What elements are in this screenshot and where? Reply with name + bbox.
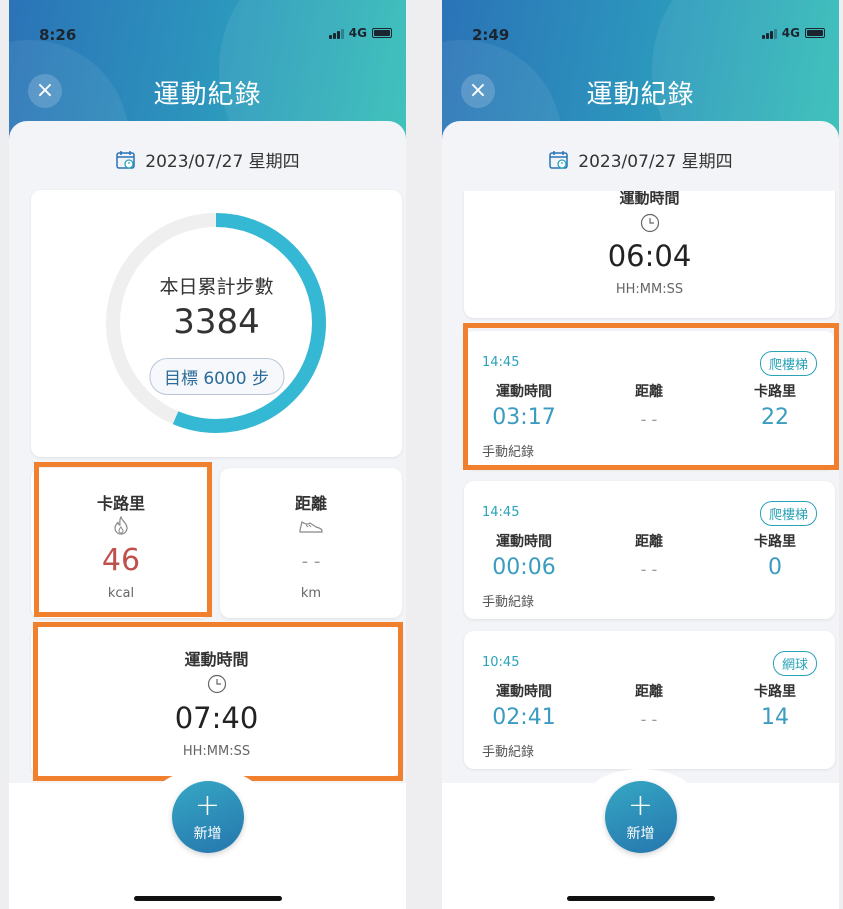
record-card[interactable]: 10:45 網球 運動時間 02:41 距離 - - 卡路里 14 手動紀錄	[464, 631, 835, 769]
exercise-time-title: 運動時間	[184, 650, 249, 669]
record-note: 手動紀錄	[482, 745, 535, 760]
add-record-button[interactable]: + 新增	[171, 781, 244, 853]
date-label: 2023/07/27 星期四	[578, 152, 733, 172]
add-label: 新增	[626, 826, 655, 842]
activity-badge: 爬樓梯	[759, 351, 817, 376]
calories-value: 0	[768, 555, 782, 580]
status-indicators: 4G	[328, 26, 392, 40]
duration-label: 運動時間	[496, 534, 552, 550]
distance-value: - -	[640, 560, 658, 579]
distance-value: - -	[301, 551, 321, 572]
date-label: 2023/07/27 星期四	[145, 152, 300, 172]
duration-value: 02:41	[492, 705, 556, 730]
activity-badge: 爬樓梯	[759, 501, 817, 526]
calories-value: 22	[761, 405, 789, 430]
fire-icon	[114, 516, 128, 535]
record-time: 14:45	[482, 355, 520, 370]
distance-title: 距離	[294, 494, 327, 513]
calories-value: 46	[101, 543, 141, 578]
record-card[interactable]: 14:45 爬樓梯 運動時間 03:17 距離 - - 卡路里 22 手動紀錄	[464, 331, 835, 469]
duration-value: 03:17	[492, 405, 556, 430]
network-label: 4G	[781, 26, 800, 40]
record-time: 10:45	[482, 655, 520, 670]
add-record-button[interactable]: + 新增	[604, 781, 677, 853]
steps-card: 本日累計步數 3384 目標 6000 步	[31, 190, 402, 457]
bottom-bar: + 新增	[442, 769, 839, 909]
exercise-time-card: 運動時間 07:40 HH:MM:SS	[31, 626, 402, 776]
distance-label: 距離	[635, 684, 663, 700]
duration-label: 運動時間	[496, 684, 552, 700]
date-selector[interactable]: 2023/07/27 星期四	[442, 147, 839, 172]
duration-label: 運動時間	[496, 384, 552, 400]
shoe-icon	[299, 521, 323, 533]
distance-unit: km	[300, 586, 322, 601]
duration-column: 運動時間 00:06	[469, 531, 579, 580]
calories-label: 卡路里	[754, 684, 796, 700]
duration-column: 運動時間 03:17	[469, 381, 579, 430]
record-note: 手動紀錄	[482, 445, 535, 460]
signal-icon	[761, 28, 777, 39]
record-note: 手動紀錄	[482, 595, 535, 610]
page-title: 運動紀錄	[586, 80, 695, 110]
exercise-time-card-partial: 運動時間 06:04 HH:MM:SS	[464, 191, 835, 318]
right-phone-screen: 2:49 4G × 運動紀錄 2023/07/27 星期四 運動時間 06:04…	[442, 0, 839, 909]
calendar-icon	[549, 150, 569, 169]
distance-label: 距離	[635, 534, 663, 550]
clock-icon	[640, 213, 659, 233]
activity-badge: 網球	[772, 651, 817, 676]
exercise-time-title: 運動時間	[619, 191, 680, 207]
calories-column: 卡路里 14	[720, 681, 830, 730]
exercise-time-unit: HH:MM:SS	[182, 744, 251, 759]
status-indicators: 4G	[761, 26, 825, 40]
duration-column: 運動時間 02:41	[469, 681, 579, 730]
home-indicator	[566, 896, 715, 901]
status-time: 2:49	[472, 26, 510, 44]
status-time: 8:26	[39, 26, 77, 44]
distance-label: 距離	[635, 384, 663, 400]
calendar-icon	[116, 150, 136, 169]
distance-value: - -	[640, 410, 658, 429]
duration-value: 00:06	[492, 555, 556, 580]
calories-column: 卡路里 22	[720, 381, 830, 430]
record-card[interactable]: 14:45 爬樓梯 運動時間 00:06 距離 - - 卡路里 0 手動紀錄	[464, 481, 835, 619]
add-label: 新增	[193, 826, 222, 842]
steps-label: 本日累計步數	[159, 276, 274, 298]
calories-unit: kcal	[107, 586, 135, 601]
home-indicator	[133, 896, 282, 901]
calories-value: 14	[761, 705, 789, 730]
page-title: 運動紀錄	[153, 80, 262, 110]
distance-value: - -	[640, 710, 658, 729]
steps-value: 3384	[173, 302, 260, 342]
calories-label: 卡路里	[754, 534, 796, 550]
left-phone-screen: 8:26 4G × 運動紀錄 2023/07/27 星期四 本日累計步數 338…	[9, 0, 406, 909]
exercise-time-unit: HH:MM:SS	[615, 282, 684, 297]
calories-title: 卡路里	[96, 494, 145, 513]
records-scroll-area[interactable]: 運動時間 06:04 HH:MM:SS 14:45 爬樓梯 運動時間 03:17…	[442, 191, 839, 789]
battery-icon	[372, 28, 392, 38]
signal-icon	[328, 28, 344, 39]
calories-card: 卡路里 46 kcal	[31, 468, 211, 618]
plus-icon: +	[194, 788, 221, 823]
network-label: 4G	[348, 26, 367, 40]
bottom-bar: + 新增	[9, 769, 406, 909]
distance-column: 距離 - -	[594, 531, 704, 579]
clock-icon	[207, 674, 226, 694]
distance-card: 距離 - - km	[220, 468, 402, 618]
date-selector[interactable]: 2023/07/27 星期四	[9, 147, 406, 172]
distance-column: 距離 - -	[594, 681, 704, 729]
battery-icon	[805, 28, 825, 38]
distance-column: 距離 - -	[594, 381, 704, 429]
calories-column: 卡路里 0	[720, 531, 830, 580]
record-time: 14:45	[482, 505, 520, 520]
steps-goal-badge: 目標 6000 步	[148, 358, 285, 395]
exercise-time-value: 07:40	[174, 701, 259, 735]
exercise-time-value: 06:04	[607, 239, 692, 273]
calories-label: 卡路里	[754, 384, 796, 400]
plus-icon: +	[627, 788, 654, 823]
